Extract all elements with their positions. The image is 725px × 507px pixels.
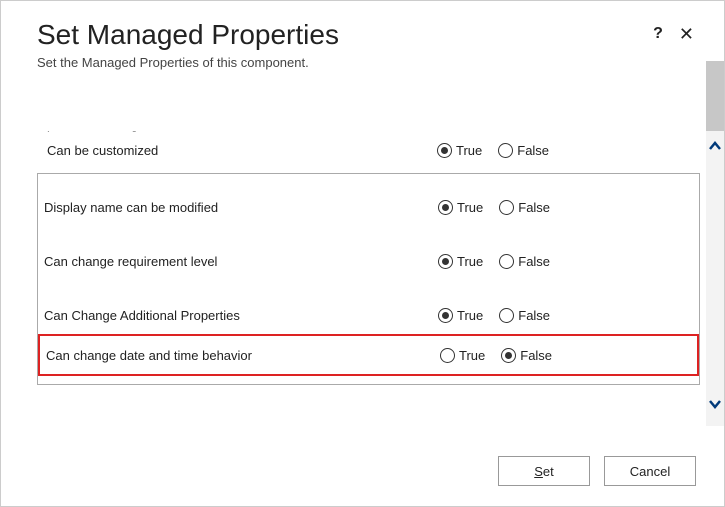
radio-false[interactable]: False bbox=[499, 200, 550, 215]
radio-false-label: False bbox=[518, 308, 550, 323]
dialog-window: Set Managed Properties Set the Managed P… bbox=[0, 0, 725, 507]
radio-group: True False bbox=[438, 254, 550, 269]
set-button[interactable]: Set bbox=[498, 456, 590, 486]
radio-true-label: True bbox=[459, 348, 485, 363]
radio-false-label: False bbox=[518, 254, 550, 269]
property-label: Can be customized bbox=[47, 143, 437, 158]
dialog-footer: Set Cancel bbox=[498, 456, 696, 486]
radio-true[interactable]: True bbox=[437, 143, 482, 158]
radio-false-label: False bbox=[517, 143, 549, 158]
cancel-button[interactable]: Cancel bbox=[604, 456, 696, 486]
radio-group: True False bbox=[438, 200, 550, 215]
radio-true[interactable]: True bbox=[438, 308, 483, 323]
property-label: Can change requirement level bbox=[44, 254, 438, 269]
dialog-header: Set Managed Properties Set the Managed P… bbox=[1, 1, 724, 80]
property-label: Can Change Additional Properties bbox=[44, 308, 438, 323]
radio-true[interactable]: True bbox=[440, 348, 485, 363]
scrollbar-thumb[interactable] bbox=[706, 61, 724, 131]
property-row: Can change date and time behavior True F… bbox=[40, 338, 697, 372]
radio-true[interactable]: True bbox=[438, 254, 483, 269]
radio-false[interactable]: False bbox=[498, 143, 549, 158]
radio-true-label: True bbox=[457, 308, 483, 323]
radio-false-label: False bbox=[520, 348, 552, 363]
radio-true-label: True bbox=[457, 200, 483, 215]
property-row-customized: Can be customized True False bbox=[37, 135, 700, 165]
radio-true[interactable]: True bbox=[438, 200, 483, 215]
radio-false[interactable]: False bbox=[499, 308, 550, 323]
radio-group: True False bbox=[437, 143, 549, 158]
scrollbar-rail[interactable] bbox=[706, 131, 724, 426]
dialog-title: Set Managed Properties bbox=[37, 19, 688, 51]
dialog-body: part of a managed solution. Can be custo… bbox=[37, 131, 700, 436]
property-inner-box: Display name can be modified True False … bbox=[37, 173, 700, 385]
help-icon[interactable]: ? bbox=[653, 25, 663, 43]
scroll-down-arrow[interactable] bbox=[708, 397, 722, 411]
dialog-subtitle: Set the Managed Properties of this compo… bbox=[37, 55, 688, 70]
radio-group: True False bbox=[440, 348, 552, 363]
property-label: Display name can be modified bbox=[44, 200, 438, 215]
radio-true-label: True bbox=[457, 254, 483, 269]
radio-false[interactable]: False bbox=[501, 348, 552, 363]
radio-false-label: False bbox=[518, 200, 550, 215]
scroll-up-arrow[interactable] bbox=[708, 139, 722, 153]
property-row: Can change requirement level True False bbox=[38, 234, 699, 288]
header-controls: ? ✕ bbox=[653, 25, 694, 43]
close-icon[interactable]: ✕ bbox=[679, 25, 694, 43]
property-label: Can change date and time behavior bbox=[46, 348, 440, 363]
radio-false[interactable]: False bbox=[499, 254, 550, 269]
property-row: Display name can be modified True False bbox=[38, 180, 699, 234]
radio-true-label: True bbox=[456, 143, 482, 158]
highlighted-property: Can change date and time behavior True F… bbox=[38, 334, 699, 376]
radio-group: True False bbox=[438, 308, 550, 323]
